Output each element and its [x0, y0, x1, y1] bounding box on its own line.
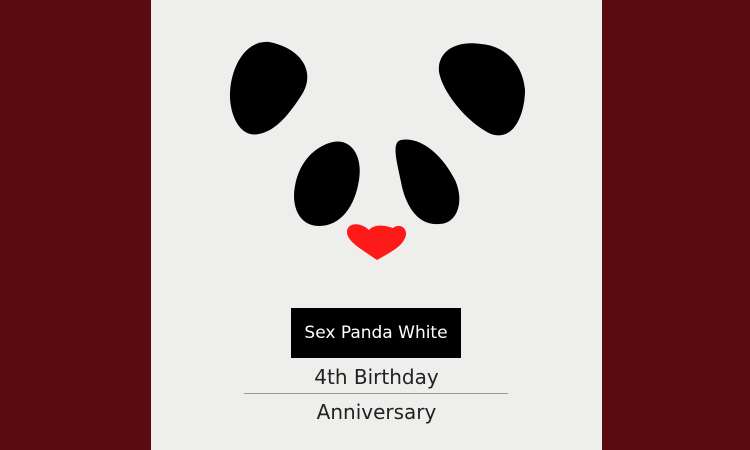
- caption-line-1: 4th Birthday: [314, 365, 439, 389]
- left-eye-patch: [294, 141, 360, 226]
- poster-panel: Sex Panda White 4th Birthday Anniversary: [151, 0, 602, 450]
- caption-divider: [244, 393, 508, 394]
- left-ear: [229, 41, 308, 135]
- title-badge: Sex Panda White: [291, 308, 461, 358]
- right-ear: [438, 43, 525, 136]
- panda-face-graphic: [229, 41, 525, 260]
- caption-line-2: Anniversary: [316, 400, 437, 424]
- heart-nose-icon: [347, 224, 407, 260]
- right-eye-patch: [395, 139, 460, 225]
- title-badge-text: Sex Panda White: [304, 323, 448, 343]
